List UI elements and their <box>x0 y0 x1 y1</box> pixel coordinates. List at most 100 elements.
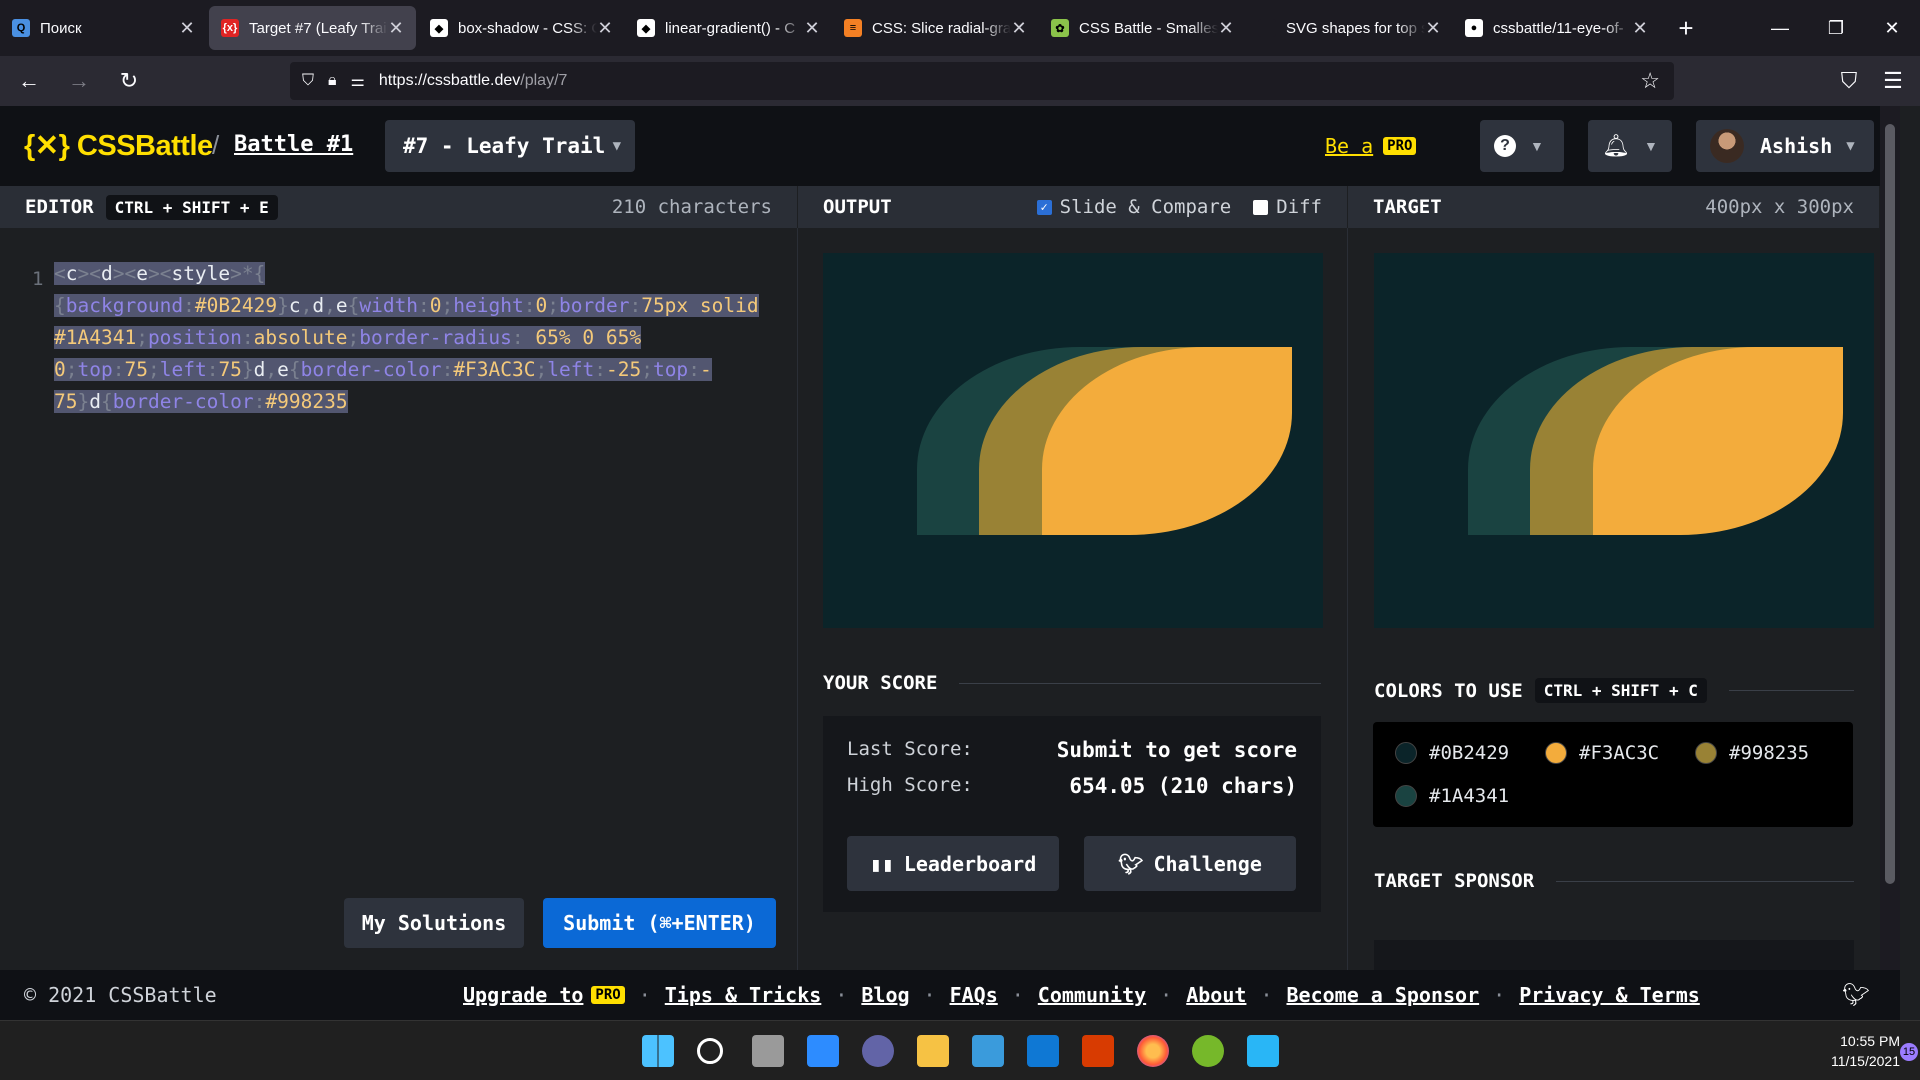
submit-button[interactable]: Submit (⌘+ENTER) <box>543 898 776 948</box>
browser-tab[interactable]: ◆ linear-gradient() - C ✕ <box>625 6 832 50</box>
output-title: OUTPUT <box>823 196 892 218</box>
store-icon[interactable] <box>972 1035 1004 1067</box>
footer-separator: · <box>1260 983 1273 1007</box>
browser-tab[interactable]: ● cssbattle/11-eye-of- ✕ <box>1453 6 1660 50</box>
close-tab-icon[interactable]: ✕ <box>804 18 820 39</box>
slide-compare-toggle[interactable]: ✓ Slide & Compare <box>1036 196 1231 218</box>
close-tab-icon[interactable]: ✕ <box>388 18 404 39</box>
file-explorer-icon[interactable] <box>917 1035 949 1067</box>
close-tab-icon[interactable]: ✕ <box>597 18 613 39</box>
footer-separator: · <box>1493 983 1506 1007</box>
new-tab-button[interactable]: + <box>1666 13 1706 44</box>
footer-separator: · <box>638 983 651 1007</box>
back-icon[interactable]: ← <box>8 63 50 99</box>
forward-icon[interactable]: → <box>58 63 100 99</box>
help-icon: ? <box>1494 135 1516 157</box>
notifications-button[interactable]: 🔔︎ ▼ <box>1588 120 1672 172</box>
user-menu-button[interactable]: Ashish ▼ <box>1696 120 1874 172</box>
output-canvas[interactable] <box>823 253 1323 628</box>
checkbox-unchecked-icon[interactable] <box>1253 199 1269 215</box>
footer-link[interactable]: About <box>1186 983 1246 1007</box>
browser-tab[interactable]: {x} Target #7 (Leafy Trail ✕ <box>209 6 416 50</box>
target-canvas <box>1374 253 1874 628</box>
diff-label: Diff <box>1276 196 1322 218</box>
diff-toggle[interactable]: Diff <box>1253 196 1322 218</box>
footer-separator: · <box>1160 983 1173 1007</box>
browser-tab[interactable]: Q Поиск ✕ <box>0 6 207 50</box>
restore-icon[interactable]: ❐ <box>1808 0 1864 56</box>
sponsor-card[interactable] <box>1374 940 1854 970</box>
page-scrollbar[interactable] <box>1880 106 1900 970</box>
url-bar[interactable]: ⛉ 🔒︎ ⚌ https://cssbattle.dev/play/7 ☆ <box>290 62 1674 100</box>
output-header: OUTPUT ✓ Slide & Compare Diff <box>798 186 1347 228</box>
close-tab-icon[interactable]: ✕ <box>179 18 195 39</box>
windows-start-icon[interactable] <box>642 1035 674 1067</box>
code-content[interactable]: <c><d><e><style>*{{background:#0B2429}c,… <box>54 258 794 418</box>
lock-icon[interactable]: 🔒︎ <box>328 72 337 90</box>
color-swatch[interactable]: #F3AC3C <box>1545 742 1659 764</box>
mail-icon[interactable] <box>1027 1035 1059 1067</box>
bookmark-star-icon[interactable]: ☆ <box>1640 68 1660 94</box>
browser-tab[interactable]: ◆ box-shadow - CSS: C ✕ <box>418 6 625 50</box>
pocket-icon[interactable]: ⛉ <box>1828 63 1870 99</box>
scrollbar-thumb[interactable] <box>1885 124 1895 884</box>
close-tab-icon[interactable]: ✕ <box>1425 18 1441 39</box>
footer-link[interactable]: Tips & Tricks <box>665 983 822 1007</box>
be-pro-link[interactable]: Be a PRO <box>1325 134 1417 158</box>
footer-link[interactable]: Community <box>1038 983 1146 1007</box>
line-number: 1 <box>32 268 44 290</box>
footer-link[interactable]: FAQs <box>950 983 998 1007</box>
search-icon[interactable] <box>697 1038 723 1064</box>
upgrade-link[interactable]: Upgrade to <box>463 983 583 1007</box>
minimize-icon[interactable]: — <box>1752 0 1808 56</box>
browser-tab[interactable]: ≡ CSS: Slice radial-gra ✕ <box>832 6 1039 50</box>
high-score-value: 654.05 (210 chars) <box>1069 774 1297 798</box>
target-dropdown[interactable]: #7 - Leafy Trail ▼ <box>385 120 635 172</box>
widgets-icon[interactable] <box>807 1035 839 1067</box>
challenge-button[interactable]: 🐦︎ Challenge <box>1084 836 1296 891</box>
shield-icon[interactable]: ⛉ <box>302 72 314 90</box>
close-tab-icon[interactable]: ✕ <box>1632 18 1648 39</box>
browser-tab[interactable]: SVG shapes for top scor✕ <box>1246 6 1453 50</box>
close-window-icon[interactable]: ✕ <box>1864 0 1920 56</box>
help-menu-button[interactable]: ? ▼ <box>1480 120 1564 172</box>
close-tab-icon[interactable]: ✕ <box>1218 18 1234 39</box>
permissions-icon[interactable]: ⚌ <box>351 71 365 91</box>
color-swatch[interactable]: #1A4341 <box>1395 785 1509 807</box>
colors-title: COLORS TO USE <box>1374 679 1523 702</box>
notepad-icon[interactable] <box>1247 1035 1279 1067</box>
chat-icon[interactable] <box>862 1035 894 1067</box>
utorrent-icon[interactable] <box>1192 1035 1224 1067</box>
task-view-icon[interactable] <box>752 1035 784 1067</box>
notification-badge[interactable]: 15 <box>1900 1043 1918 1061</box>
menu-icon[interactable]: ☰ <box>1872 63 1914 99</box>
url-text[interactable]: https://cssbattle.dev/play/7 <box>379 72 568 90</box>
close-tab-icon[interactable]: ✕ <box>1011 18 1027 39</box>
footer-links: Upgrade to PRO · Tips & Tricks · Blog · FAQs ·… <box>463 983 1700 1007</box>
footer-link[interactable]: Privacy & Terms <box>1519 983 1700 1007</box>
firefox-icon[interactable] <box>1137 1035 1169 1067</box>
clock-time: 10:55 PM <box>1840 1033 1900 1049</box>
upgrade-label: Upgrade to <box>463 983 584 1007</box>
system-tray[interactable]: 10:55 PM 11/15/2021 <box>1831 1031 1900 1071</box>
checkbox-checked-icon[interactable]: ✓ <box>1036 199 1052 215</box>
chevron-down-icon: ▼ <box>1846 138 1855 154</box>
color-swatch[interactable]: #998235 <box>1695 742 1809 764</box>
twitter-icon[interactable]: 🐦︎ <box>1842 983 1870 1008</box>
color-swatch[interactable]: #0B2429 <box>1395 742 1509 764</box>
cssbattle-logo[interactable]: {✕} CSSBattle <box>24 128 213 163</box>
browser-tab[interactable]: ✿ CSS Battle - Smalles ✕ <box>1039 6 1246 50</box>
colors-box: #0B2429 #F3AC3C #998235 #1A4341 <box>1373 722 1853 827</box>
footer-link[interactable]: Blog <box>861 983 909 1007</box>
leaderboard-button[interactable]: ▮▮ Leaderboard <box>847 836 1059 891</box>
my-solutions-button[interactable]: My Solutions <box>344 898 524 948</box>
app-header: {✕} CSSBattle / Battle #1 #7 - Leafy Tra… <box>0 106 1900 186</box>
tab-favicon-icon: ✿ <box>1051 19 1069 37</box>
code-editor[interactable]: 1 <c><d><e><style>*{{background:#0B2429}… <box>0 228 797 970</box>
reload-icon[interactable]: ↻ <box>108 63 150 99</box>
footer-separator: · <box>923 983 936 1007</box>
tab-favicon-icon: {x} <box>221 19 239 37</box>
office-icon[interactable] <box>1082 1035 1114 1067</box>
footer-link[interactable]: Become a Sponsor <box>1286 983 1479 1007</box>
battle-link[interactable]: Battle #1 <box>234 132 353 157</box>
